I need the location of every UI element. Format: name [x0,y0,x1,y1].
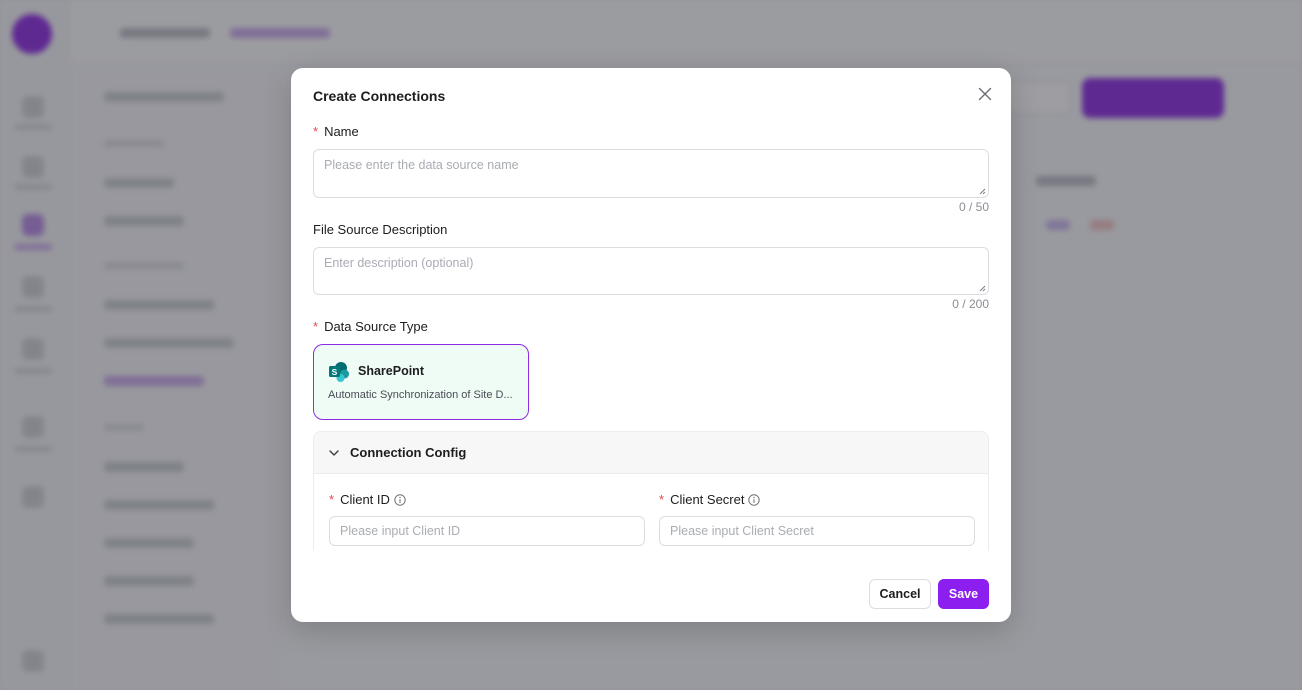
client-id-label-text: Client ID [340,492,390,507]
resize-grip-icon[interactable] [978,284,986,292]
description-placeholder: Enter description (optional) [324,256,474,270]
client-secret-input[interactable]: Please input Client Secret [659,516,975,546]
save-button[interactable]: Save [938,579,989,609]
connection-config-title: Connection Config [350,445,467,460]
close-button[interactable] [975,84,995,104]
sharepoint-icon: S [329,362,349,382]
svg-text:S: S [332,367,338,377]
client-secret-placeholder: Please input Client Secret [670,524,814,538]
client-secret-label: * Client Secret [659,492,761,507]
client-id-label: * Client ID [329,492,406,507]
client-id-input[interactable]: Please input Client ID [329,516,645,546]
info-icon[interactable] [394,493,406,506]
description-textarea[interactable]: Enter description (optional) [313,247,989,295]
create-connection-dialog: Create Connections * Name Please enter th… [291,68,1011,622]
info-icon[interactable] [748,493,761,506]
description-char-counter: 0 / 200 [952,297,989,311]
chevron-down-icon [329,450,339,456]
client-secret-label-text: Client Secret [670,492,745,507]
required-marker: * [329,492,335,507]
name-label-text: Name [324,124,359,139]
name-label: * Name [313,124,359,139]
required-marker: * [313,124,319,139]
close-icon [978,87,992,101]
source-card-name: SharePoint [358,364,424,378]
dialog-title: Create Connections [313,88,446,104]
client-id-placeholder: Please input Client ID [340,524,461,538]
name-char-counter: 0 / 50 [958,200,989,214]
data-source-type-label-text: Data Source Type [324,319,428,334]
cancel-button[interactable]: Cancel [869,579,931,609]
resize-grip-icon[interactable] [978,187,986,195]
name-placeholder: Please enter the data source name [324,158,519,172]
required-marker: * [313,319,319,334]
connection-config-panel: Connection Config * Client ID Please inpu… [313,431,989,551]
sharepoint-source-card[interactable]: S SharePoint Automatic Synchronization o… [313,344,529,420]
description-label: File Source Description [313,222,448,237]
connection-config-header[interactable]: Connection Config [314,432,988,474]
data-source-type-label: * Data Source Type [313,319,428,334]
required-marker: * [659,492,665,507]
source-card-description: Automatic Synchronization of Site D... [328,389,513,401]
name-textarea[interactable]: Please enter the data source name [313,149,989,198]
